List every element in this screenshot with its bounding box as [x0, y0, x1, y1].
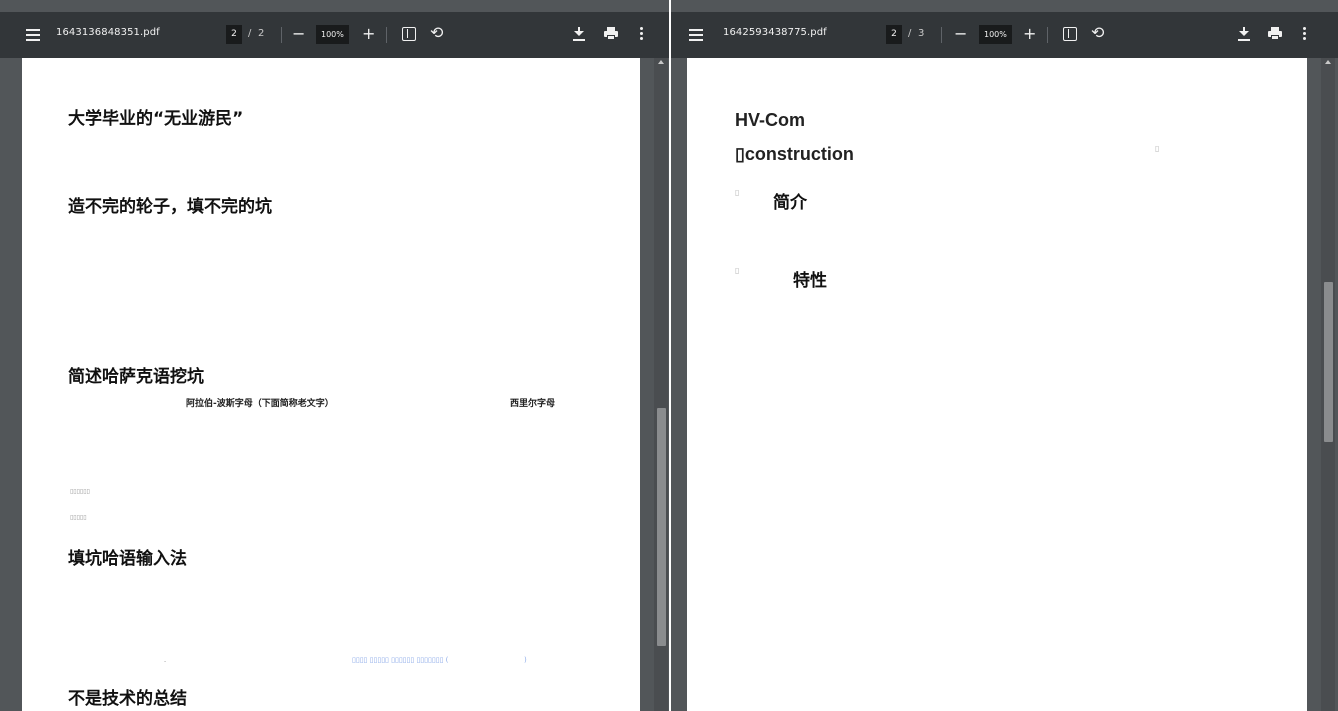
heading-endless-wheels: 造不完的轮子，填不完的坑	[68, 197, 272, 217]
zoom-in-button[interactable]: +	[1023, 22, 1036, 46]
missing-glyph-text: ▯▯▯▯▯	[70, 514, 87, 521]
download-icon[interactable]	[573, 27, 585, 41]
hamburger-menu-icon[interactable]	[687, 26, 705, 44]
zoom-out-button[interactable]: −	[292, 22, 305, 46]
fit-to-page-icon[interactable]	[402, 27, 416, 41]
print-icon[interactable]	[1268, 27, 1282, 40]
missing-glyph-text: ▯▯▯▯▯▯	[70, 488, 90, 495]
section-heading-introduction: 简介	[773, 193, 807, 213]
zoom-out-button[interactable]: −	[954, 22, 967, 46]
toolbar-divider	[281, 27, 282, 43]
total-pages: 3	[918, 28, 925, 39]
missing-glyph: ▯	[735, 188, 740, 197]
label-arabic-persian-script: 阿拉伯-波斯字母（下面简称老文字）	[186, 399, 334, 409]
label-cyrillic-script: 西里尔字母	[510, 399, 556, 409]
section-heading-features: 特性	[793, 271, 827, 291]
zoom-in-button[interactable]: +	[362, 22, 375, 46]
heading-kazakh-overview: 简述哈萨克语挖坑	[68, 367, 204, 387]
vertical-scrollbar[interactable]	[654, 58, 668, 711]
scroll-up-arrow-icon[interactable]	[658, 60, 664, 64]
dash-mark: -	[164, 658, 167, 665]
pdf-page: HV-Com ▯construction ▯ ▯ 简介 ▯ 特性	[687, 58, 1307, 711]
page-separator: /	[908, 28, 912, 39]
document-title-line-2: ▯construction	[735, 144, 854, 164]
document-filename: 1642593438775.pdf	[723, 27, 827, 38]
zoom-level-input[interactable]: 100%	[316, 25, 349, 44]
toolbar-divider	[386, 27, 387, 43]
pdf-viewer-right: 1642593438775.pdf 2 / 3 − 100% + ⟲ HV-Co…	[671, 0, 1338, 711]
heading-kazakh-input-method: 填坑哈语输入法	[68, 549, 187, 569]
vertical-scrollbar[interactable]	[1321, 58, 1335, 711]
zoom-level-input[interactable]: 100%	[979, 25, 1012, 44]
toolbar-divider	[1047, 27, 1048, 43]
heading-unemployed-graduate: 大学毕业的“无业游民”	[68, 109, 244, 129]
download-icon[interactable]	[1238, 27, 1250, 41]
print-icon[interactable]	[604, 27, 618, 40]
more-options-icon[interactable]	[1303, 27, 1307, 41]
heading-non-technical-summary: 不是技术的总结	[68, 689, 187, 709]
pdf-page: 大学毕业的“无业游民” 造不完的轮子，填不完的坑 简述哈萨克语挖坑 阿拉伯-波斯…	[22, 58, 640, 711]
scrollbar-thumb[interactable]	[657, 408, 666, 646]
missing-glyph: ▯	[1155, 144, 1160, 153]
missing-glyph-link[interactable]: ▯▯▯▯ ▯▯▯▯▯ ▯▯▯▯▯▯ ▯▯▯▯▯▯▯ (	[352, 656, 448, 664]
page-separator: /	[248, 28, 252, 39]
pdf-toolbar: 1643136848351.pdf 2 / 2 − 100% + ⟲	[0, 12, 669, 58]
rotate-icon[interactable]: ⟲	[430, 23, 443, 42]
link-close-paren: )	[524, 656, 527, 664]
rotate-icon[interactable]: ⟲	[1091, 23, 1104, 42]
pdf-toolbar: 1642593438775.pdf 2 / 3 − 100% + ⟲	[671, 12, 1338, 58]
more-options-icon[interactable]	[640, 27, 644, 41]
document-filename: 1643136848351.pdf	[56, 27, 160, 38]
scroll-up-arrow-icon[interactable]	[1325, 60, 1331, 64]
hamburger-menu-icon[interactable]	[24, 26, 42, 44]
missing-glyph: ▯	[735, 266, 740, 275]
current-page-input[interactable]: 2	[886, 25, 902, 44]
total-pages: 2	[258, 28, 265, 39]
current-page-input[interactable]: 2	[226, 25, 242, 44]
scrollbar-thumb[interactable]	[1324, 282, 1333, 442]
pdf-viewer-left: 1643136848351.pdf 2 / 2 − 100% + ⟲ 大学毕业的…	[0, 0, 669, 711]
fit-to-page-icon[interactable]	[1063, 27, 1077, 41]
toolbar-divider	[941, 27, 942, 43]
document-title-line-1: HV-Com	[735, 110, 806, 130]
